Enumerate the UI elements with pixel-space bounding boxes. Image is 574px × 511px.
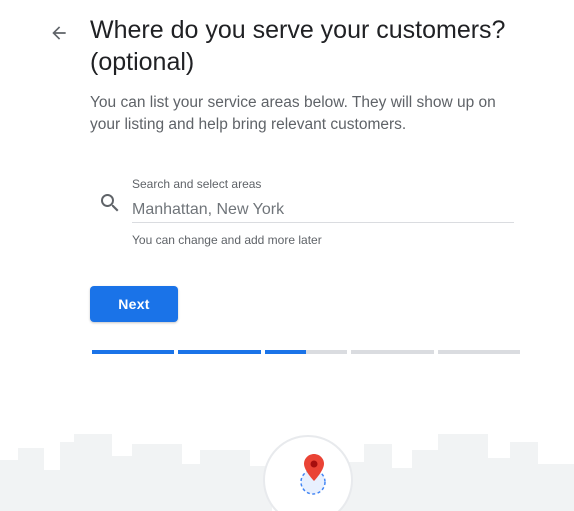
next-button[interactable]: Next	[90, 286, 178, 322]
search-helper-text: You can change and add more later	[132, 233, 322, 247]
search-field-label: Search and select areas	[132, 177, 262, 191]
search-areas-input[interactable]	[132, 198, 514, 223]
progress-segment	[92, 350, 175, 354]
progress-segment-fill	[264, 350, 306, 354]
page-description: You can list your service areas below. T…	[90, 94, 496, 133]
search-icon	[101, 194, 119, 212]
progress-segment	[178, 350, 261, 354]
back-button[interactable]	[44, 18, 74, 48]
page-title: Where do you serve your customers? (opti…	[90, 16, 506, 76]
progress-segment-fill	[92, 350, 175, 354]
service-area-page: Where do you serve your customers? (opti…	[0, 0, 574, 511]
progress-segment	[264, 350, 348, 354]
progress-segment	[351, 350, 434, 354]
progress-segment	[437, 350, 520, 354]
progress-segment-fill	[178, 350, 261, 354]
progress-bar	[92, 350, 520, 355]
arrow-left-icon	[52, 26, 66, 40]
city-skyline-illustration	[0, 434, 574, 511]
